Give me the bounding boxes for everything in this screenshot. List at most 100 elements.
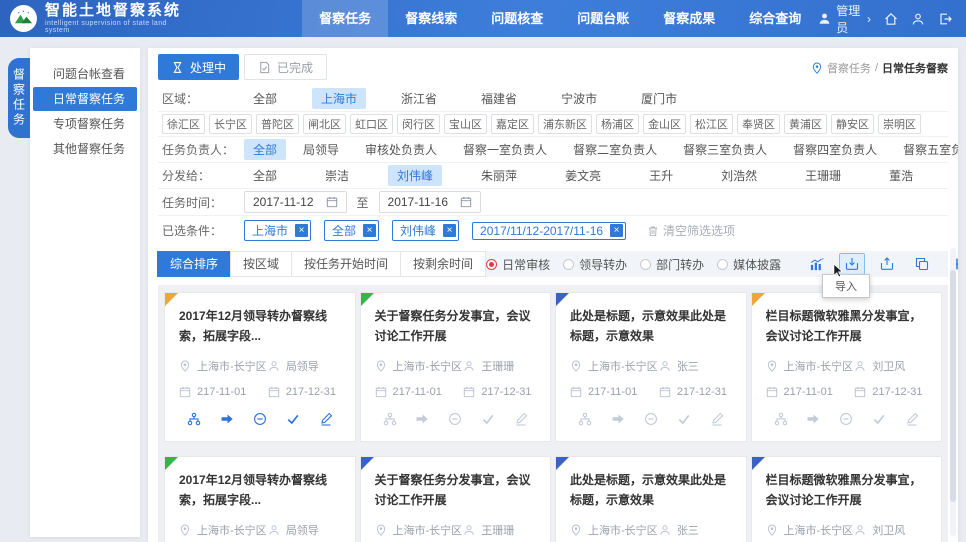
region-option-3[interactable]: 福建省 xyxy=(472,88,526,109)
breadcrumb-root[interactable]: 督察任务 xyxy=(827,60,871,76)
district-chip-15[interactable]: 崇明区 xyxy=(878,114,921,134)
suspend-icon[interactable] xyxy=(448,412,462,426)
nav-item-5[interactable]: 综合查询 xyxy=(732,0,818,37)
date-to-input[interactable]: 2017-11-16 xyxy=(379,191,482,213)
category-radio-0[interactable]: 日常审核 xyxy=(486,256,550,273)
task-card-3[interactable]: 栏目标题微软雅黑分发事宜，会议讨论工作开展 上海市-长宁区 刘卫风 217-11… xyxy=(751,292,943,442)
district-chip-10[interactable]: 金山区 xyxy=(643,114,686,134)
export-icon[interactable] xyxy=(874,253,900,275)
sidebar-item-3[interactable]: 其他督察任务 xyxy=(33,137,137,161)
clear-filters-button[interactable]: 清空筛选选项 xyxy=(647,222,735,239)
owner-option-2[interactable]: 审核处负责人 xyxy=(356,139,446,160)
suspend-icon[interactable] xyxy=(839,412,853,426)
district-chip-2[interactable]: 普陀区 xyxy=(256,114,299,134)
forward-icon[interactable] xyxy=(220,412,234,426)
edit-icon[interactable] xyxy=(319,412,333,426)
district-chip-1[interactable]: 长宁区 xyxy=(209,114,252,134)
assignee-option-8[interactable]: 董浩 xyxy=(880,165,922,186)
distribute-icon[interactable] xyxy=(383,412,397,426)
district-chip-0[interactable]: 徐汇区 xyxy=(162,114,205,134)
nav-item-4[interactable]: 督察成果 xyxy=(646,0,732,37)
owner-option-1[interactable]: 局领导 xyxy=(294,139,348,160)
distribute-icon[interactable] xyxy=(774,412,788,426)
sort-tab-2[interactable]: 按任务开始时间 xyxy=(291,251,401,277)
assignee-option-5[interactable]: 王升 xyxy=(640,165,682,186)
task-card-2[interactable]: 此处是标题，示意效果此处是标题，示意效果 上海市-长宁区 张三 217-11-0… xyxy=(555,292,747,442)
category-radio-3[interactable]: 媒体披露 xyxy=(717,256,781,273)
region-option-5[interactable]: 厦门市 xyxy=(632,88,686,109)
assignee-option-2[interactable]: 刘伟峰 xyxy=(388,165,442,186)
logout-icon[interactable] xyxy=(938,12,952,26)
scrollbar-thumb[interactable] xyxy=(950,270,956,502)
forward-icon[interactable] xyxy=(611,412,625,426)
forward-icon[interactable] xyxy=(806,412,820,426)
region-option-1[interactable]: 上海市 xyxy=(312,88,366,109)
sidebar-item-0[interactable]: 问题台帐查看 xyxy=(33,62,137,86)
approve-icon[interactable] xyxy=(286,412,300,426)
district-chip-11[interactable]: 松江区 xyxy=(690,114,733,134)
nav-item-1[interactable]: 督察线索 xyxy=(388,0,474,37)
suspend-icon[interactable] xyxy=(253,412,267,426)
task-card-0[interactable]: 2017年12月领导转办督察线索，拓展字段... 上海市-长宁区 局领导 217… xyxy=(164,292,356,442)
stats-chart-icon[interactable] xyxy=(804,253,830,275)
sidebar-group-tab[interactable]: 督察任务 xyxy=(8,58,30,138)
tab-done[interactable]: 已完成 xyxy=(244,54,327,80)
profile-icon[interactable] xyxy=(911,12,925,26)
task-card-5[interactable]: 关于督察任务分发事宜，会议讨论工作开展 上海市-长宁区 王珊珊 217-11-0… xyxy=(360,456,552,542)
nav-item-0[interactable]: 督察任务 xyxy=(302,0,388,37)
approve-icon[interactable] xyxy=(481,412,495,426)
user-menu[interactable]: 管理员› xyxy=(818,2,871,36)
tab-processing[interactable]: 处理中 xyxy=(158,54,239,80)
owner-option-7[interactable]: 督察五室负责人 xyxy=(894,139,958,160)
copy-icon[interactable] xyxy=(909,253,935,275)
task-card-1[interactable]: 关于督察任务分发事宜，会议讨论工作开展 上海市-长宁区 王珊珊 217-11-0… xyxy=(360,292,552,442)
region-option-2[interactable]: 浙江省 xyxy=(392,88,446,109)
assignee-option-0[interactable]: 全部 xyxy=(244,165,286,186)
assignee-option-4[interactable]: 姜文亮 xyxy=(556,165,610,186)
district-chip-5[interactable]: 闵行区 xyxy=(397,114,440,134)
date-from-input[interactable]: 2017-11-12 xyxy=(244,191,347,213)
district-chip-12[interactable]: 奉贤区 xyxy=(737,114,780,134)
district-chip-7[interactable]: 嘉定区 xyxy=(491,114,534,134)
sort-tab-3[interactable]: 按剩余时间 xyxy=(400,251,486,277)
region-option-0[interactable]: 全部 xyxy=(244,88,286,109)
owner-option-3[interactable]: 督察一室负责人 xyxy=(454,139,556,160)
district-chip-8[interactable]: 浦东新区 xyxy=(538,114,592,134)
close-icon[interactable]: × xyxy=(610,224,623,237)
district-chip-14[interactable]: 静安区 xyxy=(831,114,874,134)
sort-tab-1[interactable]: 按区域 xyxy=(230,251,292,277)
district-chip-4[interactable]: 虹口区 xyxy=(350,114,393,134)
forward-icon[interactable] xyxy=(415,412,429,426)
assignee-option-7[interactable]: 王珊珊 xyxy=(796,165,850,186)
sidebar-item-1[interactable]: 日常督察任务 xyxy=(33,87,137,111)
sort-tab-0[interactable]: 综合排序 xyxy=(157,251,231,277)
task-card-7[interactable]: 栏目标题微软雅黑分发事宜，会议讨论工作开展 上海市-长宁区 刘卫风 217-11… xyxy=(751,456,943,542)
assignee-option-1[interactable]: 崇洁 xyxy=(316,165,358,186)
nav-item-3[interactable]: 问题台账 xyxy=(560,0,646,37)
home-icon[interactable] xyxy=(884,12,898,26)
district-chip-9[interactable]: 杨浦区 xyxy=(596,114,639,134)
owner-option-0[interactable]: 全部 xyxy=(244,139,286,160)
close-icon[interactable]: × xyxy=(363,224,376,237)
distribute-icon[interactable] xyxy=(578,412,592,426)
close-icon[interactable]: × xyxy=(443,224,456,237)
suspend-icon[interactable] xyxy=(644,412,658,426)
scrollbar-track[interactable] xyxy=(950,248,956,536)
district-chip-13[interactable]: 黄浦区 xyxy=(784,114,827,134)
owner-option-4[interactable]: 督察二室负责人 xyxy=(564,139,666,160)
task-card-4[interactable]: 2017年12月领导转办督察线索，拓展字段... 上海市-长宁区 局领导 217… xyxy=(164,456,356,542)
assignee-option-6[interactable]: 刘浩然 xyxy=(712,165,766,186)
close-icon[interactable]: × xyxy=(295,224,308,237)
district-chip-3[interactable]: 闸北区 xyxy=(303,114,346,134)
edit-icon[interactable] xyxy=(710,412,724,426)
region-option-4[interactable]: 宁波市 xyxy=(552,88,606,109)
category-radio-2[interactable]: 部门转办 xyxy=(640,256,704,273)
task-card-6[interactable]: 此处是标题，示意效果此处是标题，示意效果 上海市-长宁区 张三 217-11-0… xyxy=(555,456,747,542)
distribute-icon[interactable] xyxy=(187,412,201,426)
district-chip-6[interactable]: 宝山区 xyxy=(444,114,487,134)
edit-icon[interactable] xyxy=(514,412,528,426)
approve-icon[interactable] xyxy=(872,412,886,426)
owner-option-6[interactable]: 督察四室负责人 xyxy=(784,139,886,160)
nav-item-2[interactable]: 问题核查 xyxy=(474,0,560,37)
assignee-option-3[interactable]: 朱丽萍 xyxy=(472,165,526,186)
